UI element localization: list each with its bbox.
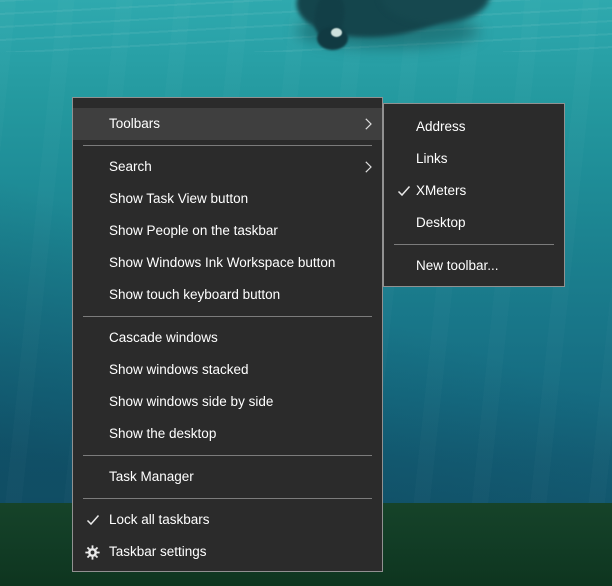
menu-separator xyxy=(83,498,372,499)
menu-item-show-touch-keyboard-button[interactable]: Show touch keyboard button xyxy=(73,279,382,311)
menu-item-toolbars[interactable]: Toolbars xyxy=(73,108,382,140)
menu-item-taskbar-settings[interactable]: Taskbar settings xyxy=(73,536,382,568)
menu-item-label: Show People on the taskbar xyxy=(109,223,278,238)
checkmark-icon xyxy=(83,504,102,536)
menu-item-search[interactable]: Search xyxy=(73,151,382,183)
menu-separator xyxy=(83,145,372,146)
taskbar-context-menu: Toolbars Search Show Task View button Sh… xyxy=(72,97,383,572)
menu-item-label: Lock all taskbars xyxy=(109,512,210,527)
submenu-item-new-toolbar[interactable]: New toolbar... xyxy=(384,250,564,282)
chevron-right-icon xyxy=(365,151,372,183)
gear-icon xyxy=(83,536,102,568)
menu-item-label: XMeters xyxy=(416,183,467,198)
submenu-item-links[interactable]: Links xyxy=(384,143,564,175)
menu-item-cascade-windows[interactable]: Cascade windows xyxy=(73,322,382,354)
checkmark-icon xyxy=(394,175,413,207)
menu-item-label: Desktop xyxy=(416,215,466,230)
menu-item-show-windows-side-by-side[interactable]: Show windows side by side xyxy=(73,386,382,418)
menu-item-label: Task Manager xyxy=(109,469,194,484)
submenu-item-xmeters[interactable]: XMeters xyxy=(384,175,564,207)
menu-item-label: Show touch keyboard button xyxy=(109,287,281,302)
menu-item-lock-all-taskbars[interactable]: Lock all taskbars xyxy=(73,504,382,536)
menu-item-label: New toolbar... xyxy=(416,258,499,273)
menu-item-show-people-on-taskbar[interactable]: Show People on the taskbar xyxy=(73,215,382,247)
menu-item-label: Address xyxy=(416,119,466,134)
menu-separator xyxy=(83,455,372,456)
submenu-item-address[interactable]: Address xyxy=(384,111,564,143)
menu-item-show-windows-ink-workspace-button[interactable]: Show Windows Ink Workspace button xyxy=(73,247,382,279)
menu-item-label: Search xyxy=(109,159,152,174)
menu-separator xyxy=(83,316,372,317)
swimmer-hand-highlight xyxy=(331,28,342,37)
chevron-right-icon xyxy=(365,108,372,140)
menu-item-label: Show Windows Ink Workspace button xyxy=(109,255,336,270)
submenu-item-desktop[interactable]: Desktop xyxy=(384,207,564,239)
menu-item-show-the-desktop[interactable]: Show the desktop xyxy=(73,418,382,450)
menu-separator xyxy=(394,244,554,245)
toolbars-submenu: Address Links XMeters Desktop New toolba… xyxy=(383,103,565,287)
menu-item-task-manager[interactable]: Task Manager xyxy=(73,461,382,493)
menu-item-show-task-view-button[interactable]: Show Task View button xyxy=(73,183,382,215)
menu-item-label: Show windows side by side xyxy=(109,394,274,409)
menu-item-label: Toolbars xyxy=(109,116,161,131)
menu-item-label: Show windows stacked xyxy=(109,362,249,377)
menu-item-label: Taskbar settings xyxy=(109,544,207,559)
menu-item-label: Cascade windows xyxy=(109,330,218,345)
menu-item-label: Links xyxy=(416,151,448,166)
menu-item-label: Show Task View button xyxy=(109,191,249,206)
menu-item-label: Show the desktop xyxy=(109,426,217,441)
menu-item-show-windows-stacked[interactable]: Show windows stacked xyxy=(73,354,382,386)
